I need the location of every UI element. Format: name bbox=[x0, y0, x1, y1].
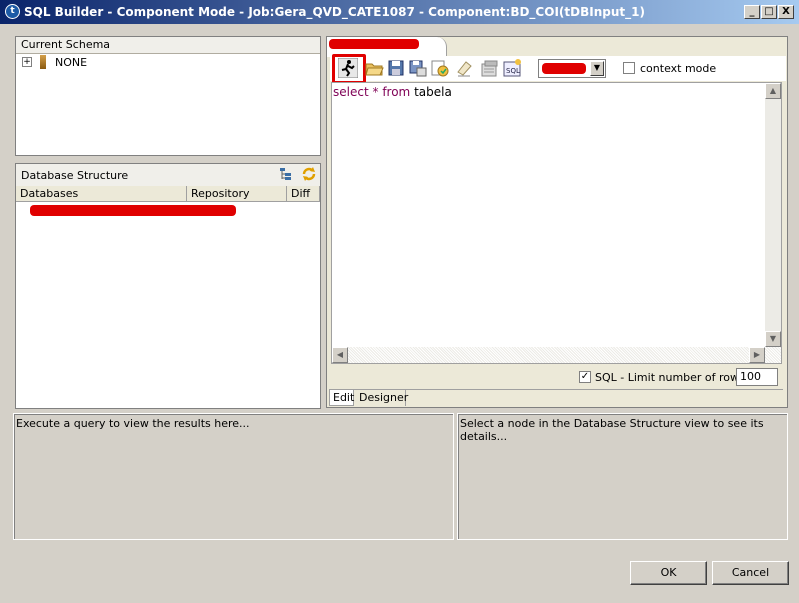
tab-designer[interactable]: Designer bbox=[356, 390, 408, 406]
limit-rows-input[interactable]: 100 bbox=[736, 368, 778, 386]
execute-icon[interactable] bbox=[337, 57, 359, 79]
connection-dropdown[interactable]: ▼ bbox=[538, 59, 606, 78]
schema-tree-item[interactable]: NONE bbox=[55, 56, 87, 69]
columns-header: Databases Repository Diff bbox=[16, 186, 320, 202]
close-button[interactable]: X bbox=[778, 5, 794, 19]
database-structure-panel: Database Structure Databases Repository … bbox=[15, 163, 321, 409]
tree-icon[interactable] bbox=[279, 167, 293, 181]
schema-column-icon bbox=[40, 55, 46, 69]
repository-column-header[interactable]: Repository bbox=[187, 186, 287, 202]
editor-tabs: Edit Designer bbox=[329, 389, 783, 406]
cancel-button[interactable]: Cancel bbox=[712, 561, 789, 585]
sync-icon[interactable] bbox=[301, 166, 317, 182]
tab-edit[interactable]: Edit bbox=[329, 390, 354, 406]
svg-text:SQL: SQL bbox=[506, 67, 520, 75]
scroll-left-icon[interactable]: ◀ bbox=[332, 347, 348, 363]
open-folder-icon[interactable] bbox=[364, 58, 384, 78]
chevron-down-icon[interactable]: ▼ bbox=[590, 61, 604, 76]
talend-app-icon: t bbox=[5, 4, 20, 19]
scroll-right-icon[interactable]: ▶ bbox=[749, 347, 765, 363]
redacted-connection-name bbox=[542, 63, 586, 74]
maximize-button[interactable]: □ bbox=[761, 5, 777, 19]
vertical-scrollbar[interactable]: ▲ ▼ bbox=[765, 83, 781, 347]
results-panel: Execute a query to view the results here… bbox=[13, 413, 454, 540]
details-placeholder: Select a node in the Database Structure … bbox=[460, 417, 764, 443]
redacted-database-row[interactable] bbox=[30, 205, 236, 216]
current-schema-title: Current Schema bbox=[16, 37, 320, 54]
diff-column-header[interactable]: Diff bbox=[287, 186, 320, 202]
expand-plus-icon[interactable]: + bbox=[22, 57, 32, 67]
database-structure-title: Database Structure bbox=[21, 169, 129, 182]
context-mode-checkbox[interactable] bbox=[623, 62, 635, 74]
window-title: SQL Builder - Component Mode - Job:Gera_… bbox=[24, 5, 645, 19]
editor-container: SQL ▼ context mode select * from tabela … bbox=[326, 36, 788, 408]
refresh-icon[interactable] bbox=[430, 58, 450, 78]
sql-keyword-from: from bbox=[382, 85, 411, 99]
details-panel: Select a node in the Database Structure … bbox=[457, 413, 788, 540]
limit-rows-checkbox[interactable]: ✓ bbox=[579, 371, 591, 383]
sql-keyword-select: select bbox=[333, 85, 369, 99]
sql-icon[interactable]: SQL bbox=[502, 58, 522, 78]
export-icon[interactable] bbox=[480, 58, 500, 78]
current-schema-panel: Current Schema + NONE bbox=[15, 36, 321, 156]
sql-star: * bbox=[372, 85, 379, 99]
title-bar[interactable]: t SQL Builder - Component Mode - Job:Ger… bbox=[0, 0, 799, 24]
limit-rows-label: SQL - Limit number of rows: bbox=[595, 371, 749, 384]
save-as-icon[interactable] bbox=[408, 58, 428, 78]
databases-column-header[interactable]: Databases bbox=[16, 186, 187, 202]
redacted-tab-label bbox=[329, 39, 419, 49]
scroll-up-icon[interactable]: ▲ bbox=[765, 83, 781, 99]
save-icon[interactable] bbox=[386, 58, 406, 78]
context-mode-label: context mode bbox=[640, 62, 717, 75]
scroll-down-icon[interactable]: ▼ bbox=[765, 331, 781, 347]
database-structure-header: Database Structure bbox=[16, 164, 320, 186]
ok-button[interactable]: OK bbox=[630, 561, 707, 585]
eraser-icon[interactable] bbox=[454, 58, 474, 78]
editor-toolbar: SQL ▼ context mode bbox=[330, 54, 786, 84]
sql-editor[interactable]: select * from tabela ▲ ▼ ◀ ▶ bbox=[331, 82, 782, 364]
sql-text[interactable]: select * from tabela bbox=[333, 85, 452, 99]
results-placeholder: Execute a query to view the results here… bbox=[16, 417, 250, 430]
horizontal-scrollbar[interactable]: ◀ ▶ bbox=[332, 347, 781, 363]
minimize-button[interactable]: _ bbox=[744, 5, 760, 19]
sql-table-name: tabela bbox=[414, 85, 452, 99]
